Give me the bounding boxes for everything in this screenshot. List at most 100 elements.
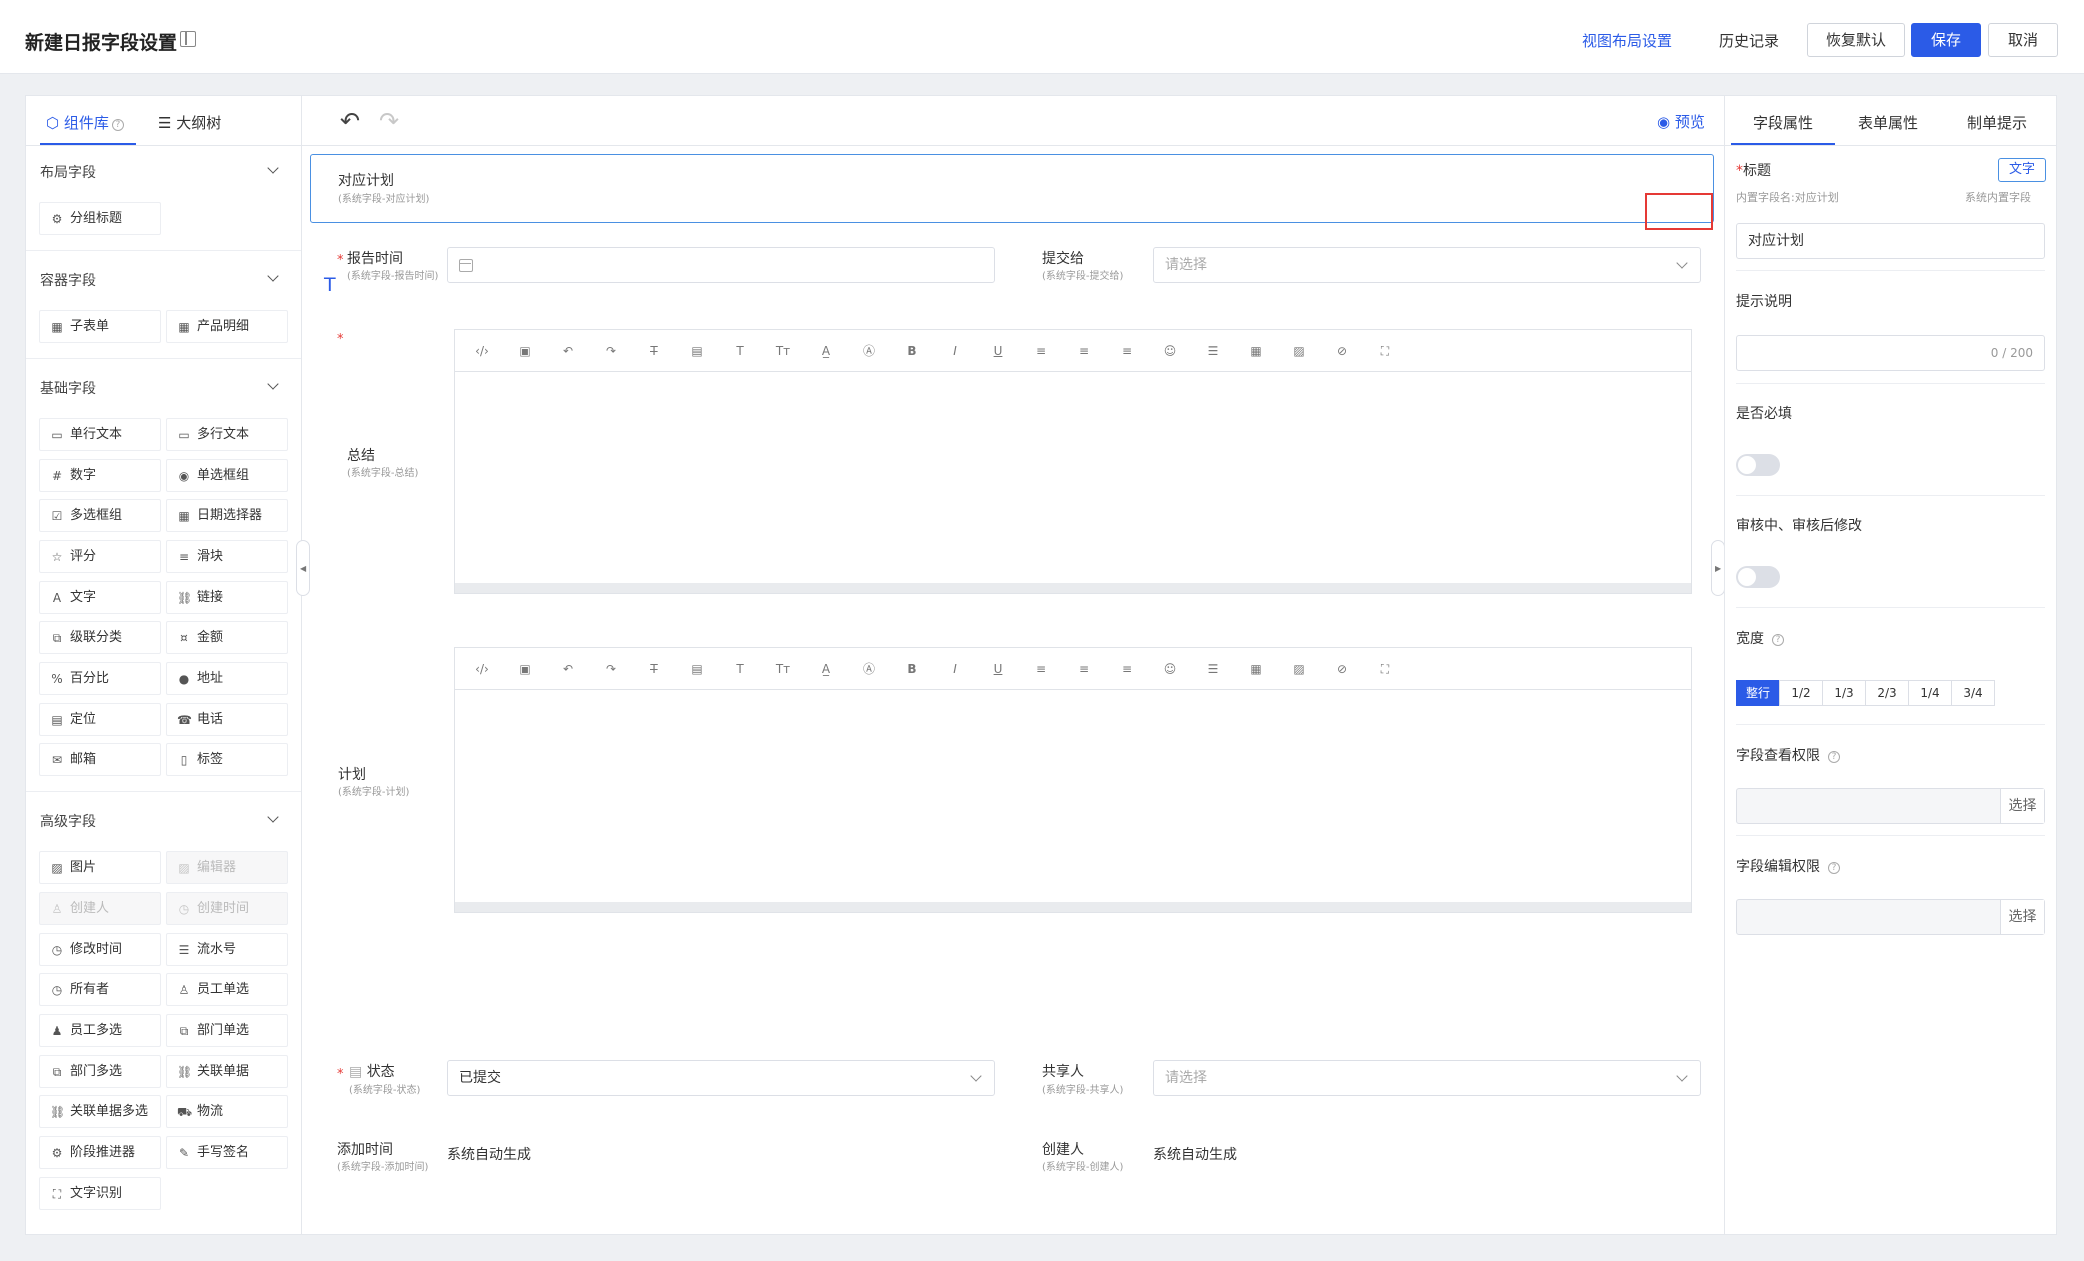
component-item[interactable]: ¤ 金额 <box>166 621 288 654</box>
redo-icon[interactable]: ↷ <box>379 107 399 135</box>
image-icon[interactable]: ▨ <box>1290 660 1308 678</box>
width-option[interactable]: 1/2 <box>1779 680 1823 706</box>
preview-button[interactable]: ◉ 预览 <box>1657 111 1705 132</box>
status-select[interactable]: 已提交 <box>447 1060 995 1096</box>
undo-icon[interactable]: ↶ <box>559 342 577 360</box>
format-icon[interactable]: ▣ <box>516 660 534 678</box>
font-icon[interactable]: T <box>731 660 749 678</box>
component-item[interactable]: ⚙ 分组标题 <box>39 202 161 235</box>
report-time-date-picker[interactable] <box>447 247 995 283</box>
align-center-icon[interactable]: ≡ <box>1075 342 1093 360</box>
tab-form-properties[interactable]: 表单属性 <box>1858 112 1918 133</box>
component-item[interactable]: ⧉ 部门单选 <box>166 1014 288 1047</box>
component-item[interactable]: ◷ 修改时间 <box>39 933 161 966</box>
summary-rich-editor[interactable]: ‹/› ▣ ↶ ↷ T̶ ▤ T Tт A̲ Ⓐ B I U ≡ ≡ ≡ ☺ ☰… <box>454 329 1692 594</box>
select-button[interactable]: 选择 <box>2000 900 2044 934</box>
underline-icon[interactable]: U <box>989 342 1007 360</box>
divider-icon[interactable]: ☰ <box>1204 342 1222 360</box>
image-icon[interactable]: ▨ <box>1290 342 1308 360</box>
font-color-icon[interactable]: A̲ <box>817 660 835 678</box>
document-icon[interactable]: ▤ <box>688 660 706 678</box>
background-color-icon[interactable]: Ⓐ <box>860 660 878 678</box>
undo-icon[interactable]: ↶ <box>559 660 577 678</box>
italic-icon[interactable]: I <box>946 660 964 678</box>
right-collapse-handle[interactable]: ▶ <box>1711 540 1725 596</box>
tab-form-tips[interactable]: 制单提示 <box>1967 112 2027 133</box>
component-item[interactable]: ▯ 标签 <box>166 743 288 776</box>
view-layout-link[interactable]: 视图布局设置 <box>1582 30 1672 51</box>
redo-icon[interactable]: ↷ <box>602 342 620 360</box>
font-color-icon[interactable]: A̲ <box>817 342 835 360</box>
component-item[interactable]: ▤ 定位 <box>39 703 161 736</box>
document-icon[interactable]: ▤ <box>688 342 706 360</box>
align-right-icon[interactable]: ≡ <box>1118 660 1136 678</box>
component-item[interactable]: ▦ 日期选择器 <box>166 499 288 532</box>
underline-icon[interactable]: U <box>989 660 1007 678</box>
redo-icon[interactable]: ↷ <box>602 660 620 678</box>
component-item[interactable]: ⧉ 级联分类 <box>39 621 161 654</box>
component-item[interactable]: ☆ 评分 <box>39 540 161 573</box>
component-item[interactable]: ☎ 电话 <box>166 703 288 736</box>
required-toggle[interactable] <box>1736 454 1780 476</box>
font-size-icon[interactable]: Tт <box>774 660 792 678</box>
background-color-icon[interactable]: Ⓐ <box>860 342 878 360</box>
restore-default-button[interactable]: 恢复默认 <box>1807 23 1905 57</box>
component-item[interactable]: ▭ 多行文本 <box>166 418 288 451</box>
layout-icon[interactable] <box>180 31 196 47</box>
component-item[interactable]: ◷ 所有者 <box>39 973 161 1006</box>
component-item[interactable]: ⛶ 文字识别 <box>39 1177 161 1210</box>
undo-icon[interactable]: ↶ <box>340 107 360 135</box>
select-button[interactable]: 选择 <box>2000 789 2044 823</box>
strikethrough-icon[interactable]: T̶ <box>645 660 663 678</box>
tab-component-library[interactable]: ⬡ 组件库? <box>46 112 124 133</box>
submit-to-select[interactable]: 请选择 <box>1153 247 1701 283</box>
component-item[interactable]: ▦ 产品明细 <box>166 310 288 343</box>
component-item[interactable]: ⛓ 链接 <box>166 581 288 614</box>
component-item[interactable]: ⛓ 关联单据多选 <box>39 1095 161 1128</box>
left-collapse-handle[interactable]: ◀ <box>296 540 310 596</box>
align-left-icon[interactable]: ≡ <box>1032 660 1050 678</box>
tab-outline-tree[interactable]: ☰ 大纲树 <box>158 112 221 133</box>
component-item[interactable]: ▦ 子表单 <box>39 310 161 343</box>
editor-resize-bar[interactable] <box>455 583 1691 593</box>
history-link[interactable]: 历史记录 <box>1719 30 1779 51</box>
font-size-icon[interactable]: Tт <box>774 342 792 360</box>
table-icon[interactable]: ▦ <box>1247 660 1265 678</box>
attachment-icon[interactable]: ⊘ <box>1333 660 1351 678</box>
view-permission-field[interactable]: 选择 <box>1736 788 2045 824</box>
width-option[interactable]: 整行 <box>1736 680 1780 706</box>
font-icon[interactable]: T <box>731 342 749 360</box>
component-item[interactable]: ▨ 图片 <box>39 851 161 884</box>
edit-after-review-toggle[interactable] <box>1736 566 1780 588</box>
component-item[interactable]: ● 地址 <box>166 662 288 695</box>
width-option[interactable]: 1/4 <box>1908 680 1952 706</box>
editor-resize-bar[interactable] <box>455 902 1691 912</box>
align-right-icon[interactable]: ≡ <box>1118 342 1136 360</box>
fullscreen-icon[interactable]: ⛶ <box>1376 660 1394 678</box>
strikethrough-icon[interactable]: T̶ <box>645 342 663 360</box>
table-icon[interactable]: ▦ <box>1247 342 1265 360</box>
component-item[interactable]: ✉ 邮箱 <box>39 743 161 776</box>
component-item[interactable]: ☑ 多选框组 <box>39 499 161 532</box>
chevron-down-icon[interactable] <box>267 811 279 823</box>
cancel-button[interactable]: 取消 <box>1988 23 2058 57</box>
format-icon[interactable]: ▣ <box>516 342 534 360</box>
component-item[interactable]: A 文字 <box>39 581 161 614</box>
align-center-icon[interactable]: ≡ <box>1075 660 1093 678</box>
plan-rich-editor[interactable]: ‹/› ▣ ↶ ↷ T̶ ▤ T Tт A̲ Ⓐ B I U ≡ ≡ ≡ ☺ ☰… <box>454 647 1692 913</box>
component-item[interactable]: ♟ 员工多选 <box>39 1014 161 1047</box>
italic-icon[interactable]: I <box>946 342 964 360</box>
fullscreen-icon[interactable]: ⛶ <box>1376 342 1394 360</box>
hint-input[interactable]: 0 / 200 <box>1736 335 2045 371</box>
width-option[interactable]: 2/3 <box>1865 680 1909 706</box>
chevron-down-icon[interactable] <box>267 270 279 282</box>
component-item[interactable]: ◉ 单选框组 <box>166 459 288 492</box>
component-item[interactable]: ♙ 员工单选 <box>166 973 288 1006</box>
title-input[interactable]: 对应计划 <box>1736 223 2045 259</box>
component-item[interactable]: ⛟ 物流 <box>166 1095 288 1128</box>
component-item[interactable]: # 数字 <box>39 459 161 492</box>
component-item[interactable]: ⛓ 关联单据 <box>166 1055 288 1088</box>
width-option[interactable]: 3/4 <box>1951 680 1995 706</box>
component-item[interactable]: ☰ 流水号 <box>166 933 288 966</box>
chevron-down-icon[interactable] <box>267 162 279 174</box>
